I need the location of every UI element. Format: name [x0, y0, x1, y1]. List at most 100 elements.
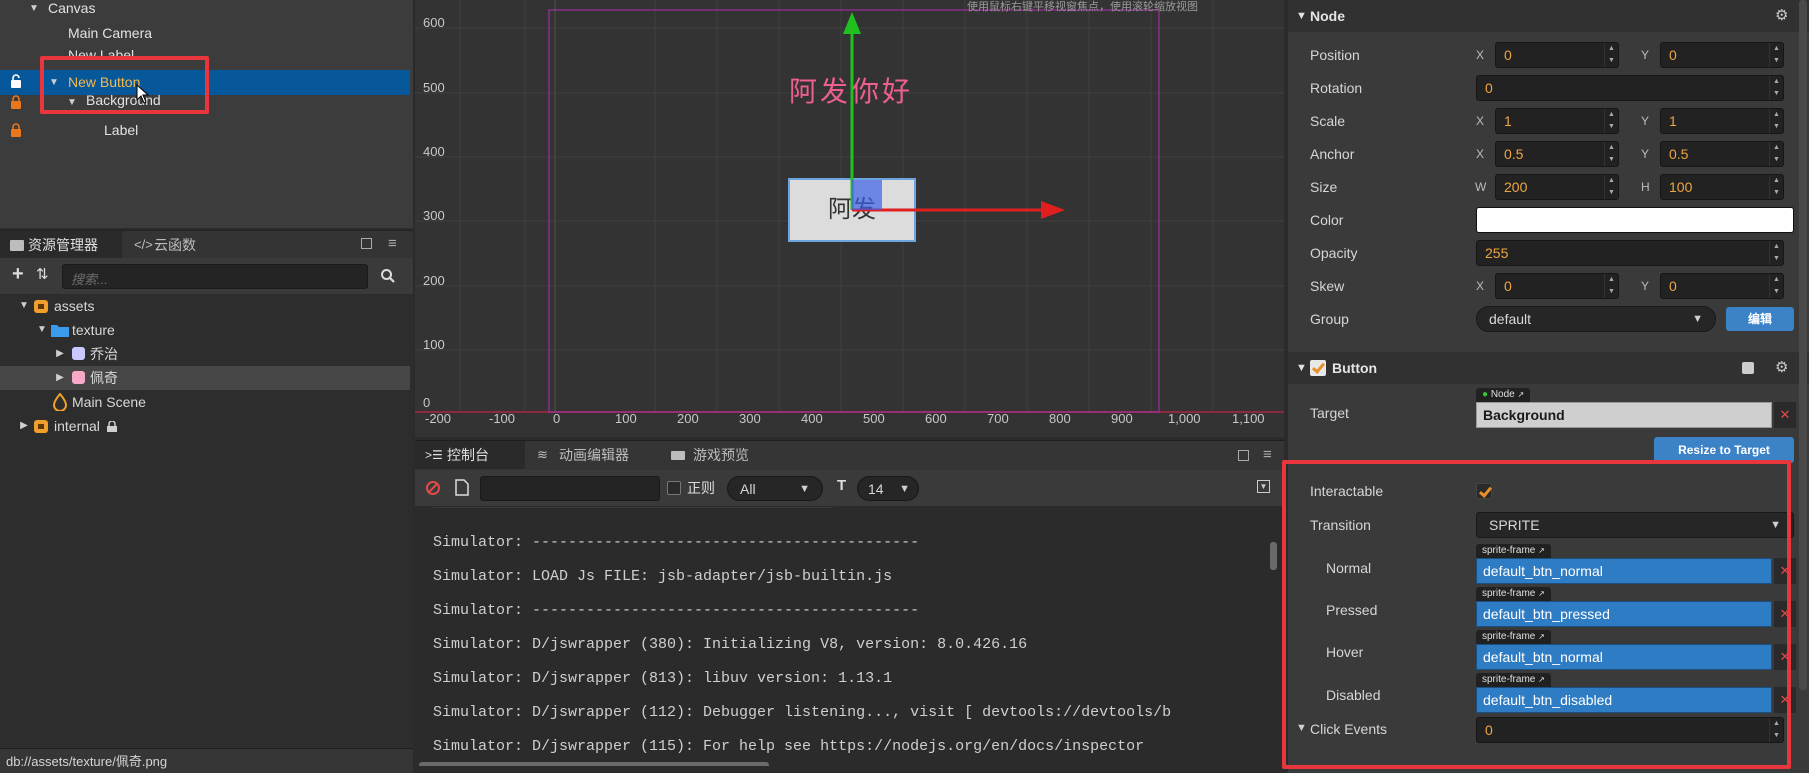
book-icon[interactable] [1742, 362, 1754, 374]
tree-item-new-button[interactable]: ▼ New Button [0, 70, 410, 95]
asset-item-george[interactable]: ▶ 乔治 [0, 342, 410, 366]
stepper-icon[interactable]: ▲ ▼ [1604, 43, 1618, 67]
clear-disabled-icon[interactable]: ✕ [1774, 687, 1796, 713]
asset-item-assets[interactable]: ▼ assets [0, 294, 410, 318]
pressed-sprite-field[interactable]: default_btn_pressed [1476, 601, 1772, 627]
stepper-icon[interactable]: ▲ ▼ [1604, 142, 1618, 166]
log-file-icon[interactable] [455, 479, 469, 496]
interactable-checkbox[interactable] [1476, 483, 1492, 499]
expand-arrow-icon[interactable]: ▼ [66, 94, 78, 110]
collapse-arrow-icon[interactable]: ▶ [18, 414, 30, 438]
add-icon[interactable]: + [12, 263, 24, 286]
stepper-icon[interactable]: ▲ ▼ [1769, 274, 1783, 298]
tree-item-main-camera[interactable]: Main Camera [0, 21, 410, 46]
tree-item-canvas[interactable]: ▼ Canvas [0, 0, 410, 21]
menu-icon[interactable]: ≡ [1263, 446, 1272, 463]
edit-group-button[interactable]: 编辑 [1726, 307, 1794, 331]
normal-sprite-field[interactable]: default_btn_normal [1476, 558, 1772, 584]
move-gizmo[interactable] [415, 0, 1284, 437]
transition-select[interactable]: SPRITE ▼ [1476, 512, 1794, 538]
stepper-icon[interactable]: ▲ ▼ [1604, 274, 1618, 298]
tree-item-label[interactable]: Label [0, 118, 410, 143]
search-input[interactable]: 搜索... [62, 264, 368, 289]
clear-icon[interactable] [425, 480, 441, 496]
regex-checkbox[interactable] [667, 481, 681, 495]
stepper-icon[interactable]: ▲ ▼ [1769, 43, 1783, 67]
click-events-count-input[interactable]: 0 ▲ ▼ [1476, 717, 1784, 743]
node-section-header[interactable]: ▼ Node ⚙ [1288, 0, 1809, 32]
console-output[interactable]: Simulator: -----------------------------… [415, 506, 1284, 766]
scene-view[interactable]: 使用鼠标右键平移视窗焦点，使用滚轮缩放视图 阿发你好 阿发 600 500 40… [415, 0, 1284, 437]
tree-item-new-label[interactable]: New Label [0, 46, 410, 64]
unlock-icon[interactable] [10, 74, 22, 88]
group-select[interactable]: default ▼ [1476, 306, 1716, 332]
stepper-icon[interactable]: ▲ ▼ [1604, 175, 1618, 199]
anchor-x-input[interactable]: 0.5 ▲ ▼ [1495, 141, 1619, 167]
collapse-arrow-icon[interactable]: ▼ [1296, 0, 1307, 32]
skew-x-input[interactable]: 0 ▲ ▼ [1495, 273, 1619, 299]
tree-item-background[interactable]: ▼ Background [0, 94, 410, 110]
position-x-input[interactable]: 0 ▲ ▼ [1495, 42, 1619, 68]
resize-to-target-button[interactable]: Resize to Target [1654, 437, 1794, 463]
stepper-icon[interactable]: ▲ ▼ [1769, 241, 1783, 265]
console-filter-input[interactable] [480, 476, 660, 501]
expand-arrow-icon[interactable]: ▼ [36, 318, 48, 342]
asset-item-peppa[interactable]: ▶ 佩奇 [0, 366, 410, 390]
lock-icon[interactable] [10, 95, 22, 109]
font-size-select[interactable]: 14 ▼ [857, 476, 919, 501]
collapse-arrow-icon[interactable]: ▶ [54, 366, 66, 390]
vertical-scrollbar[interactable] [1270, 542, 1277, 570]
clear-target-icon[interactable]: ✕ [1774, 402, 1796, 428]
hover-sprite-field[interactable]: default_btn_normal [1476, 644, 1772, 670]
maximize-icon[interactable] [1238, 450, 1249, 461]
stepper-icon[interactable]: ▲ ▼ [1769, 76, 1783, 100]
clear-normal-icon[interactable]: ✕ [1774, 558, 1796, 584]
search-icon[interactable] [380, 268, 396, 284]
target-field[interactable]: Background [1476, 402, 1772, 428]
gear-icon[interactable]: ⚙ [1775, 0, 1788, 32]
tab-console[interactable]: >☰ 控制台 [415, 441, 525, 469]
asset-item-internal[interactable]: ▶ internal [0, 414, 410, 438]
color-swatch[interactable] [1476, 207, 1794, 233]
expand-arrow-icon[interactable]: ▼ [18, 294, 30, 318]
collapse-arrow-icon[interactable]: ▼ [1296, 722, 1307, 734]
stepper-icon[interactable]: ▲ ▼ [1769, 142, 1783, 166]
stepper-icon[interactable]: ▲ ▼ [1769, 109, 1783, 133]
scale-x-input[interactable]: 1 ▲ ▼ [1495, 108, 1619, 134]
button-enabled-checkbox[interactable] [1310, 360, 1326, 376]
clear-pressed-icon[interactable]: ✕ [1774, 601, 1796, 627]
stepper-icon[interactable]: ▲ ▼ [1769, 718, 1783, 742]
expand-arrow-icon[interactable]: ▼ [28, 0, 40, 21]
size-width-input[interactable]: 200 ▲ ▼ [1495, 174, 1619, 200]
maximize-icon[interactable] [361, 238, 372, 249]
disabled-sprite-field[interactable]: default_btn_disabled [1476, 687, 1772, 713]
sort-icon[interactable]: ⇅ [36, 265, 49, 283]
log-level-select[interactable]: All ▼ [727, 476, 823, 501]
asset-item-texture[interactable]: ▼ texture [0, 318, 410, 342]
stepper-icon[interactable]: ▲ ▼ [1769, 175, 1783, 199]
position-y-input[interactable]: 0 ▲ ▼ [1660, 42, 1784, 68]
clear-hover-icon[interactable]: ✕ [1774, 644, 1796, 670]
tab-assets[interactable]: 资源管理器 [0, 231, 122, 258]
tab-game-preview[interactable]: 游戏预览 [661, 441, 781, 469]
expand-arrow-icon[interactable]: ▼ [48, 70, 60, 95]
menu-icon[interactable]: ≡ [388, 235, 397, 252]
inspector-scrollbar[interactable] [1799, 0, 1807, 690]
collapse-arrow-icon[interactable]: ▶ [54, 342, 66, 366]
anchor-y-input[interactable]: 0.5 ▲ ▼ [1660, 141, 1784, 167]
skew-y-input[interactable]: 0 ▲ ▼ [1660, 273, 1784, 299]
button-section-header[interactable]: ▼ Button ⚙ [1288, 352, 1809, 384]
opacity-input[interactable]: 255 ▲ ▼ [1476, 240, 1784, 266]
collapse-icon[interactable]: ▼ [1257, 480, 1270, 493]
tab-animation-editor[interactable]: ≋ 动画编辑器 [527, 441, 655, 469]
horizontal-scrollbar[interactable] [419, 762, 769, 766]
stepper-icon[interactable]: ▲ ▼ [1604, 109, 1618, 133]
scale-y-input[interactable]: 1 ▲ ▼ [1660, 108, 1784, 134]
lock-icon[interactable] [10, 123, 22, 137]
size-height-input[interactable]: 100 ▲ ▼ [1660, 174, 1784, 200]
rotation-input[interactable]: 0 ▲ ▼ [1476, 75, 1784, 101]
tab-cloud-functions[interactable]: </> 云函数 [126, 231, 236, 258]
asset-item-main-scene[interactable]: Main Scene [0, 390, 410, 414]
gear-icon[interactable]: ⚙ [1775, 352, 1788, 384]
collapse-arrow-icon[interactable]: ▼ [1296, 352, 1307, 384]
